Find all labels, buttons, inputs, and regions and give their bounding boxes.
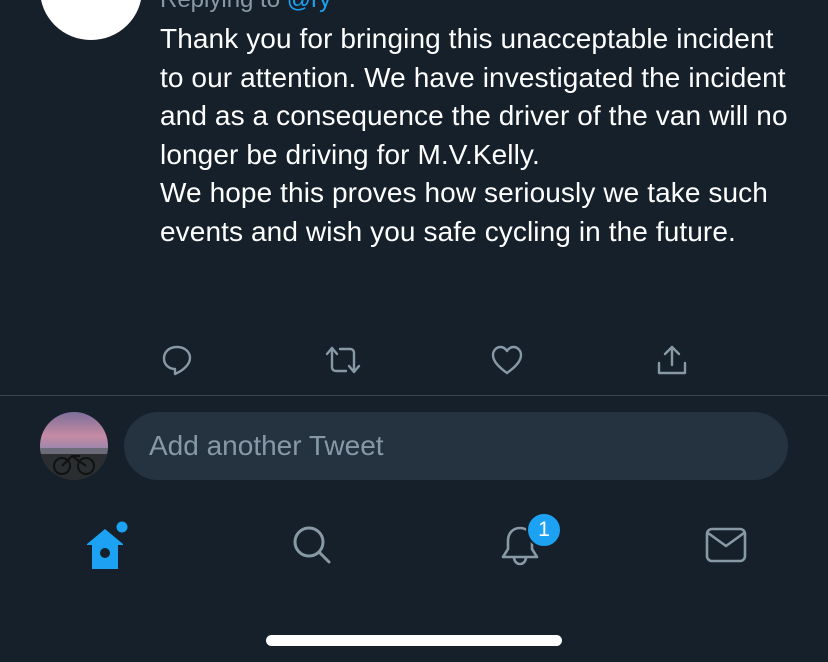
like-button[interactable] — [487, 340, 527, 380]
tweet-paragraph: We hope this proves how seriously we tak… — [160, 177, 768, 247]
divider — [0, 395, 828, 396]
retweet-button[interactable] — [323, 340, 363, 380]
heart-icon — [491, 345, 523, 375]
user-avatar[interactable] — [40, 412, 108, 480]
bottom-tab-bar — [0, 510, 828, 580]
notifications-badge: 1 — [526, 512, 562, 548]
retweet-icon — [325, 346, 361, 374]
tweet-thread-screen: Replying to @ry Thank you for bringing t… — [0, 0, 828, 662]
bicycle-photo-icon — [40, 448, 108, 480]
share-icon — [657, 345, 687, 375]
reply-icon — [162, 345, 192, 376]
add-tweet-placeholder: Add another Tweet — [149, 430, 384, 461]
reply-handle-link[interactable]: @ry — [287, 0, 331, 13]
reply-button[interactable] — [157, 340, 197, 380]
tab-home[interactable] — [75, 510, 135, 580]
tab-messages[interactable] — [696, 510, 756, 580]
reply-header: Replying to @ry — [160, 0, 331, 14]
tab-search[interactable] — [282, 510, 342, 580]
home-indicator[interactable] — [266, 635, 562, 646]
share-button[interactable] — [652, 340, 692, 380]
tweet-paragraph: Thank you for bringing this unacceptable… — [160, 23, 788, 170]
author-avatar[interactable] — [40, 0, 142, 40]
home-icon — [87, 521, 128, 569]
reply-prefix: Replying to — [160, 0, 280, 13]
tweet-actions-bar — [0, 340, 828, 380]
tweet-body: Thank you for bringing this unacceptable… — [160, 20, 800, 252]
add-tweet-input[interactable]: Add another Tweet — [124, 412, 788, 480]
mail-icon — [705, 527, 747, 563]
search-icon — [293, 526, 331, 564]
